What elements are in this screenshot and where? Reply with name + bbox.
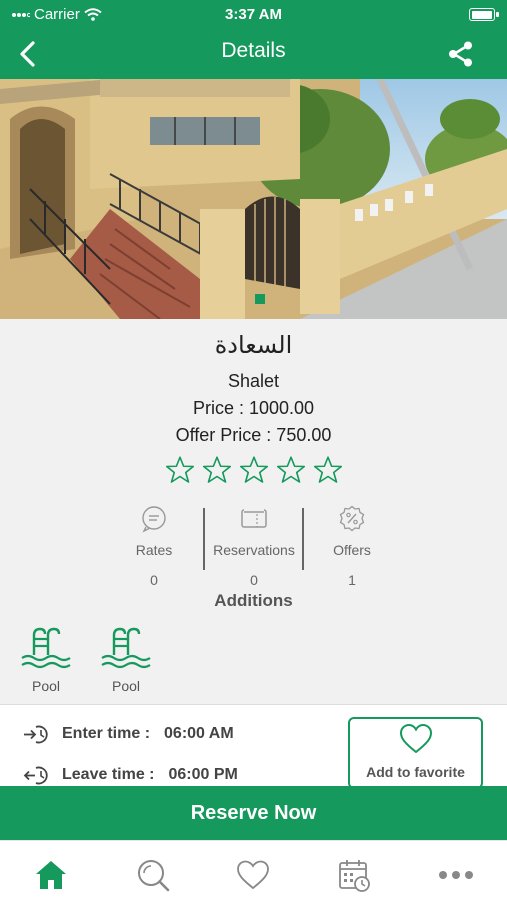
more-icon <box>439 871 473 879</box>
property-name: السعادة <box>214 331 293 359</box>
property-image <box>0 79 507 319</box>
page-title: Details <box>221 39 286 62</box>
amenity-pool: Pool <box>16 625 76 694</box>
star-icon[interactable] <box>239 455 269 485</box>
stat-rates[interactable]: Rates 0 <box>99 505 209 588</box>
stat-label: Reservations <box>213 542 295 558</box>
property-type: Shalet <box>227 371 280 391</box>
heart-icon <box>399 723 432 754</box>
chat-icon <box>142 506 166 533</box>
enter-time-icon <box>24 725 48 744</box>
amenity-label: Pool <box>111 678 141 694</box>
pool-icon <box>101 627 151 669</box>
status-time: 3:37 AM <box>225 6 282 23</box>
ticket-icon <box>241 508 267 528</box>
stats-row: Rates 0 Reservations 0 Offers 1 <box>0 505 507 588</box>
leave-time-row: Leave time : 06:00 PM <box>22 764 238 786</box>
additions-title: Additions <box>214 591 293 610</box>
stat-count: 0 <box>150 572 158 588</box>
battery-icon <box>469 8 499 21</box>
tab-home[interactable] <box>31 855 71 895</box>
stat-label: Offers <box>333 542 371 558</box>
heart-icon <box>237 860 269 890</box>
property-details: السعادة Shalet Price : 1000.00 Offer Pri… <box>0 319 507 704</box>
enter-time-value: 06:00 AM <box>164 725 234 742</box>
home-icon <box>36 861 66 889</box>
tab-favorites[interactable] <box>233 855 273 895</box>
share-button[interactable] <box>445 38 477 70</box>
stat-label: Rates <box>135 542 173 558</box>
property-photo[interactable] <box>0 79 507 319</box>
stat-reservations[interactable]: Reservations 0 <box>199 505 309 588</box>
status-bar: Carrier 3:37 AM <box>0 0 507 30</box>
star-icon[interactable] <box>313 455 343 485</box>
star-icon[interactable] <box>165 455 195 485</box>
tab-more[interactable] <box>436 855 476 895</box>
amenity-label: Pool <box>31 678 61 694</box>
time-section: Enter time : 06:00 AM Leave time : 06:00… <box>0 704 507 789</box>
search-icon <box>138 860 170 892</box>
leave-time-label: Leave time : <box>62 766 155 783</box>
amenity-pool: Pool <box>96 625 156 694</box>
rating-stars[interactable] <box>0 455 507 485</box>
percent-badge-icon <box>339 505 365 532</box>
favorite-label: Add to favorite <box>366 764 465 780</box>
carousel-indicator[interactable] <box>255 294 265 304</box>
property-price: Price : 1000.00 <box>192 398 315 418</box>
stat-count: 1 <box>348 572 356 588</box>
leave-time-value: 06:00 PM <box>168 766 238 783</box>
nav-bar: Details <box>0 30 507 79</box>
leave-time-icon <box>23 766 48 785</box>
property-offer-price: Offer Price : 750.00 <box>175 425 332 445</box>
enter-time-label: Enter time : <box>62 725 151 742</box>
star-icon[interactable] <box>276 455 306 485</box>
tab-search[interactable] <box>133 855 173 895</box>
stat-count: 0 <box>250 572 258 588</box>
stat-offers[interactable]: Offers 1 <box>297 505 407 588</box>
add-to-favorite-button[interactable]: Add to favorite <box>348 717 483 789</box>
tab-bar <box>0 840 507 900</box>
tab-bookings[interactable] <box>334 855 374 895</box>
reserve-now-button[interactable]: Reserve Now <box>0 786 507 840</box>
star-icon[interactable] <box>202 455 232 485</box>
share-icon <box>449 41 472 67</box>
enter-time-row: Enter time : 06:00 AM <box>22 723 234 745</box>
calendar-icon <box>339 860 370 892</box>
pool-icon <box>21 627 71 669</box>
